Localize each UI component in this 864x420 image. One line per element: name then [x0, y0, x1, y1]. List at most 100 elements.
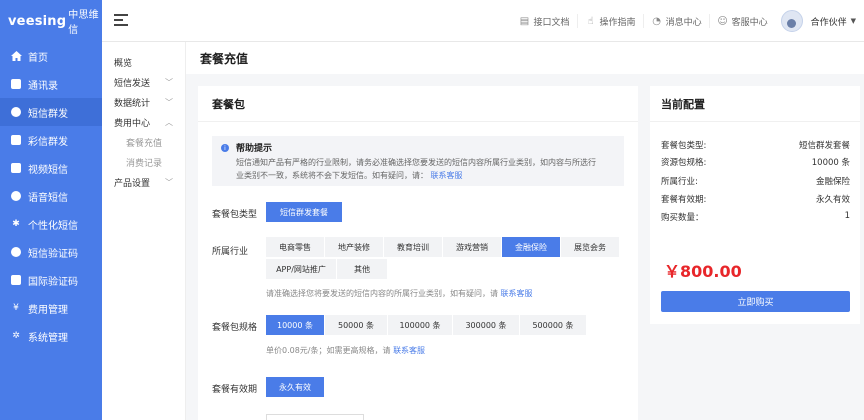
help-title: 帮助提示	[236, 144, 273, 154]
validity-option[interactable]: 永久有效	[266, 377, 324, 397]
sidebar-item-contacts[interactable]: 通讯录	[0, 70, 102, 98]
config-row-label: 购买数量：	[661, 213, 704, 223]
subnav-data-stats[interactable]: 数据统计 ﹀	[102, 92, 185, 112]
config-row: 所属行业: 金融保险	[661, 175, 850, 187]
spec-option[interactable]: 50000 条	[325, 315, 387, 335]
primary-sidebar: veesing 中思维信 首页 通讯录 短信群发 彩信群发 视频短信 语音短信 ✱…	[0, 0, 102, 420]
config-card: 当前配置 套餐包类型: 短信群发套餐 资源包规格: 10000 条 所属行业: 金融保…	[650, 86, 860, 324]
service-center-link[interactable]: ☺ 客服中心	[708, 14, 775, 28]
sidebar-item-label: 语音短信	[28, 192, 68, 204]
subnav-product-settings-label: 产品设置	[114, 178, 151, 189]
package-type-label: 套餐包类型	[212, 210, 258, 220]
sidebar-item-label: 短信群发	[28, 108, 68, 120]
subnav-consumption[interactable]: 消费记录	[102, 152, 185, 172]
chevron-down-icon: ﹀	[165, 77, 173, 87]
package-card-title: 套餐包	[198, 86, 638, 122]
user-name[interactable]: 合作伙伴	[811, 15, 847, 28]
sidebar-item-system[interactable]: ✲ 系统管理	[0, 322, 102, 350]
package-type-option[interactable]: 短信群发套餐	[266, 202, 342, 222]
contact-service-link[interactable]: 联系客服	[431, 171, 463, 180]
sidebar-item-label: 视频短信	[28, 164, 68, 176]
config-row-value: 短信群发套餐	[798, 141, 850, 151]
industry-option[interactable]: 游戏营销	[443, 237, 501, 257]
sidebar-item-label: 短信验证码	[28, 248, 78, 260]
spec-option-selected[interactable]: 10000 条	[266, 315, 324, 335]
sidebar-item-mms[interactable]: 彩信群发	[0, 126, 102, 154]
sidebar-item-intl-verify[interactable]: 国际验证码	[0, 266, 102, 294]
message-center-link[interactable]: ◔ 消息中心	[642, 14, 709, 28]
config-row-label: 套餐包类型:	[661, 141, 707, 151]
sidebar-item-label: 个性化短信	[28, 220, 78, 232]
sidebar-item-home[interactable]: 首页	[0, 42, 102, 70]
sidebar-item-label: 费用管理	[28, 304, 68, 316]
subnav-recharge[interactable]: 套餐充值	[102, 132, 185, 152]
industry-option[interactable]: 电商零售	[266, 237, 324, 257]
config-row: 资源包规格: 10000 条	[661, 156, 850, 168]
config-row-value: 金融保险	[815, 177, 850, 187]
subnav-sms-send[interactable]: 短信发送 ﹀	[102, 72, 185, 92]
spec-label: 套餐包规格	[212, 323, 258, 333]
top-header: ▤ 接口文档 ☝ 操作指南 ◔ 消息中心 ☺ 客服中心 合作伙伴 ▼	[102, 0, 864, 42]
document-icon: ▤	[519, 15, 530, 27]
subnav-fee-center[interactable]: 费用中心 ︿	[102, 112, 185, 132]
spec-option[interactable]: 100000 条	[388, 315, 452, 335]
caret-down-icon[interactable]: ▼	[851, 17, 856, 25]
sidebar-item-sms-broadcast[interactable]: 短信群发	[0, 98, 102, 126]
sidebar-item-sms-verify[interactable]: 短信验证码	[0, 238, 102, 266]
config-row-label: 套餐有效期:	[661, 195, 707, 205]
industry-option[interactable]: 展览会务	[561, 237, 619, 257]
subnav-overview[interactable]: 概览	[102, 52, 185, 72]
sidebar-item-label: 首页	[28, 52, 48, 64]
info-icon: i	[221, 144, 229, 152]
chevron-down-icon: ﹀	[165, 177, 173, 187]
industry-option[interactable]: APP/网站推广	[266, 259, 336, 279]
industry-option[interactable]: 教育培训	[384, 237, 442, 257]
sidebar-item-personalized-sms[interactable]: ✱ 个性化短信	[0, 210, 102, 238]
sidebar-item-voice-sms[interactable]: 语音短信	[0, 182, 102, 210]
hand-icon: ☝	[587, 15, 594, 27]
subnav-sms-send-label: 短信发送	[114, 78, 151, 89]
help-tip: i 帮助提示 短信通知产品有严格的行业限制，请务必准确选择您要发送的短信内容所属…	[212, 136, 624, 186]
sidebar-item-label: 国际验证码	[28, 276, 78, 288]
help-text: 短信通知产品有严格的行业限制，请务必准确选择您要发送的短信内容所属行业类别，如内…	[236, 156, 616, 182]
sidebar-item-label: 彩信群发	[28, 136, 68, 148]
spec-note-text: 单价0.08元/条；如需更高规格，请	[266, 346, 391, 355]
quantity-stepper[interactable]	[266, 414, 364, 420]
industry-option-selected[interactable]: 金融保险	[502, 237, 560, 257]
config-row-value: 1	[844, 211, 850, 221]
chevron-down-icon: ﹀	[165, 97, 173, 107]
menu-toggle-icon[interactable]	[114, 14, 128, 26]
spec-option[interactable]: 500000 条	[520, 315, 586, 335]
sidebar-item-label: 系统管理	[28, 332, 68, 344]
api-docs-link[interactable]: ▤ 接口文档	[512, 14, 577, 28]
sidebar-item-video-sms[interactable]: 视频短信	[0, 154, 102, 182]
globe-icon	[10, 274, 22, 286]
home-icon	[10, 50, 22, 62]
bell-icon: ◔	[652, 15, 661, 27]
subnav-recharge-label: 套餐充值	[126, 138, 163, 149]
config-row-value: 永久有效	[815, 195, 850, 205]
subnav-data-stats-label: 数据统计	[114, 98, 151, 109]
config-row-label: 资源包规格:	[661, 158, 707, 168]
contact-service-link[interactable]: 联系客服	[393, 346, 425, 355]
industry-option[interactable]: 地产装修	[325, 237, 383, 257]
help-text-line-1: 短信通知产品有严格的行业限制，请务必准确选择您要发送的短信内容所属行业类别，如内…	[236, 158, 596, 167]
subnav-overview-label: 概览	[114, 58, 133, 69]
guide-link[interactable]: ☝ 操作指南	[576, 14, 643, 28]
contact-service-link[interactable]: 联系客服	[501, 289, 533, 298]
price-total: ￥800.00	[664, 262, 742, 281]
page-title: 套餐充值	[186, 42, 864, 74]
industry-option[interactable]: 其他	[337, 259, 387, 279]
sidebar-item-fee[interactable]: ¥ 费用管理	[0, 294, 102, 322]
chevron-up-icon: ︿	[165, 117, 173, 127]
spec-option[interactable]: 300000 条	[453, 315, 519, 335]
subnav-product-settings[interactable]: 产品设置 ﹀	[102, 172, 185, 192]
secondary-sidebar: 概览 短信发送 ﹀ 数据统计 ﹀ 费用中心 ︿ 套餐充值 消费记录 产品设置 ﹀	[102, 42, 186, 420]
gear-icon: ✱	[12, 219, 20, 229]
config-card-title: 当前配置	[650, 86, 860, 122]
avatar[interactable]	[780, 10, 803, 32]
buy-now-button[interactable]: 立即购买	[661, 291, 850, 312]
brand-logo[interactable]: veesing 中思维信	[0, 0, 102, 42]
message-center-label: 消息中心	[665, 17, 702, 28]
config-row: 购买数量： 1	[661, 211, 850, 223]
